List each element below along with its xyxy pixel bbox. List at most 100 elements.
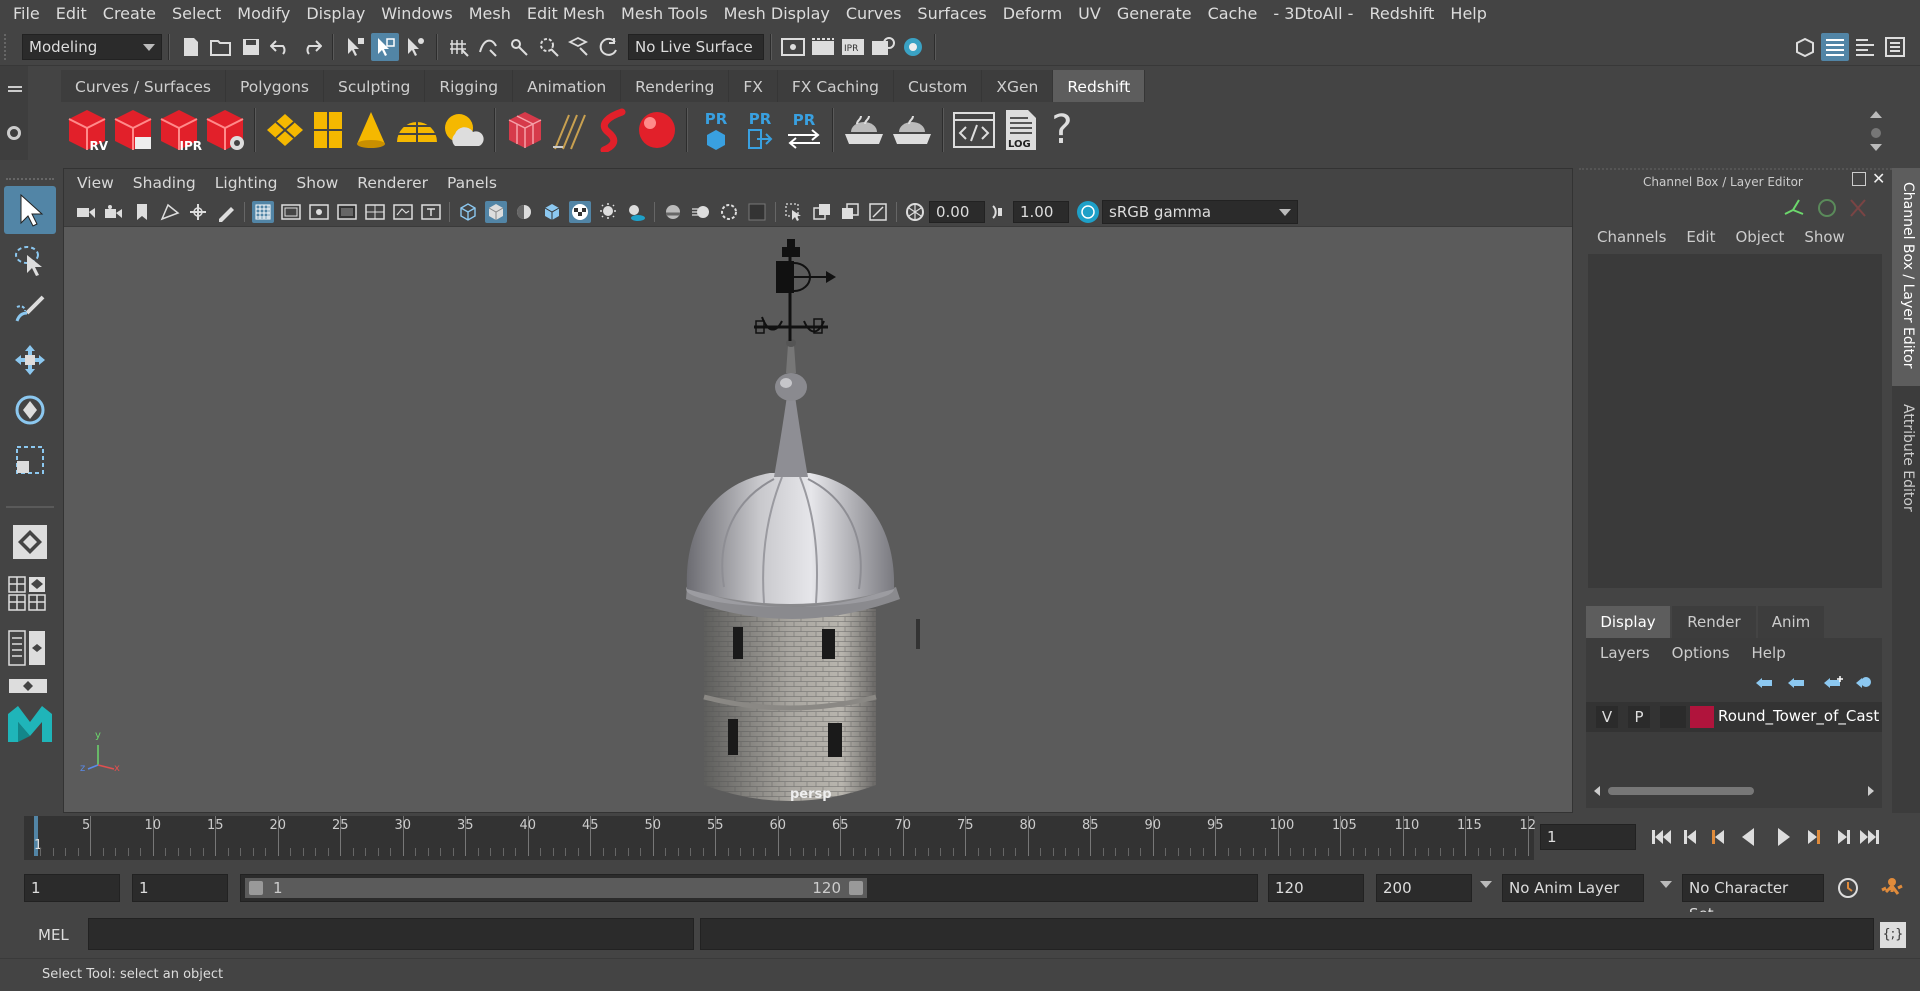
isolate-select-icon[interactable]: [783, 201, 805, 223]
range-start-handle[interactable]: [249, 881, 263, 895]
grid-toggle-icon[interactable]: [252, 200, 274, 223]
shelf-tab-custom[interactable]: Custom: [893, 70, 983, 102]
viewport-menu-panels[interactable]: Panels: [447, 169, 497, 197]
snap-projected-icon[interactable]: [535, 33, 563, 61]
range-end-handle[interactable]: [849, 881, 863, 895]
menu-file[interactable]: File: [13, 0, 40, 28]
layer-menu-layers[interactable]: Layers: [1600, 644, 1650, 662]
layer-row[interactable]: V P Round_Tower_of_Cast: [1586, 702, 1882, 732]
redshift-portal-light-icon[interactable]: [308, 105, 348, 155]
redshift-pr-tool-1-icon[interactable]: PR: [694, 105, 738, 155]
command-input[interactable]: [88, 918, 694, 950]
gamma-field[interactable]: 1.00: [1013, 200, 1069, 223]
live-surface-field[interactable]: No Live Surface: [628, 33, 764, 60]
3d-viewport-canvas[interactable]: y x z persp: [64, 227, 1572, 812]
playback-end-field[interactable]: 120: [1268, 874, 1364, 902]
attribute-editor-toggle-icon[interactable]: [1821, 33, 1849, 61]
bookmarks-icon[interactable]: [131, 201, 153, 223]
move-tool-icon[interactable]: [4, 336, 56, 384]
shelf-menu-icon[interactable]: [8, 86, 22, 88]
use-all-lights-icon[interactable]: [597, 201, 619, 223]
ipr-render-icon[interactable]: IPR: [839, 33, 867, 61]
gate-mask-icon[interactable]: [336, 201, 358, 223]
hypershade-icon[interactable]: [899, 33, 927, 61]
shaded-wireframe-icon[interactable]: [541, 201, 563, 223]
shelf-tab-sculpting[interactable]: Sculpting: [324, 70, 426, 102]
layer-visibility-toggle[interactable]: V: [1596, 706, 1618, 728]
render-frame-icon[interactable]: [809, 33, 837, 61]
redo-icon[interactable]: [297, 33, 325, 61]
menu-modify[interactable]: Modify: [237, 0, 290, 28]
viewport-menu-shading[interactable]: Shading: [133, 169, 196, 197]
redshift-help-icon[interactable]: ?: [1042, 105, 1082, 155]
select-camera-icon[interactable]: [75, 201, 97, 223]
move-layer-up-icon[interactable]: [1756, 678, 1772, 688]
move-layer-down-icon[interactable]: [1788, 678, 1804, 688]
layer-display-type-toggle[interactable]: [1660, 706, 1686, 728]
redshift-ipr-icon[interactable]: IPR: [156, 105, 202, 155]
step-forward-key-icon[interactable]: [1838, 830, 1850, 844]
redshift-proxy-icon[interactable]: [502, 105, 548, 155]
outliner-list-icon[interactable]: [8, 630, 28, 666]
layout-wide-icon[interactable]: [8, 678, 48, 694]
safe-action-icon[interactable]: [392, 201, 414, 223]
menu-display[interactable]: Display: [306, 0, 365, 28]
redshift-bake-icon[interactable]: [840, 105, 888, 155]
range-slider-track[interactable]: 1 120: [240, 874, 1258, 902]
menu-curves[interactable]: Curves: [846, 0, 902, 28]
redshift-hair-icon[interactable]: [548, 105, 594, 155]
render-settings-icon[interactable]: [869, 33, 897, 61]
scale-tool-icon[interactable]: [4, 436, 56, 484]
redshift-script-editor-icon[interactable]: [950, 105, 998, 155]
channel-box-toggle-icon[interactable]: [1881, 33, 1909, 61]
default-material-icon[interactable]: [513, 201, 535, 223]
exposure-field[interactable]: 0.00: [929, 200, 985, 223]
redshift-volume-icon[interactable]: [594, 105, 634, 155]
menu-select[interactable]: Select: [172, 0, 221, 28]
quad-layout-icon[interactable]: [4, 518, 56, 566]
menu-cache[interactable]: Cache: [1208, 0, 1258, 28]
viewport-menu-view[interactable]: View: [77, 169, 114, 197]
redshift-sun-sky-icon[interactable]: [440, 105, 488, 155]
xray-joints-icon[interactable]: [867, 201, 889, 223]
smooth-shade-icon[interactable]: [485, 200, 507, 223]
viewport-menu-show[interactable]: Show: [296, 169, 338, 197]
redshift-pr-tool-3-icon[interactable]: PR: [782, 105, 826, 155]
go-to-end-icon[interactable]: [1860, 830, 1879, 844]
layer-menu-help[interactable]: Help: [1752, 644, 1786, 662]
channel-box-menu-channels[interactable]: Channels: [1597, 228, 1666, 246]
layer-tab-render[interactable]: Render: [1672, 606, 1756, 638]
redshift-render-sequence-icon[interactable]: [110, 105, 156, 155]
textured-icon[interactable]: [569, 200, 591, 223]
redshift-log-icon[interactable]: LOG: [998, 105, 1042, 155]
anim-layer-field[interactable]: No Anim Layer: [1502, 874, 1644, 902]
animation-preferences-icon[interactable]: [1878, 874, 1906, 906]
shelf-tab-fx[interactable]: FX: [729, 70, 778, 102]
2d-pan-zoom-icon[interactable]: [187, 201, 209, 223]
menu-redshift[interactable]: Redshift: [1369, 0, 1434, 28]
shelf-scroll-arrows[interactable]: [1868, 108, 1884, 154]
redshift-ies-light-icon[interactable]: [348, 105, 394, 155]
anti-aliasing-icon[interactable]: [718, 201, 740, 223]
color-management-toggle-icon[interactable]: [1077, 200, 1099, 223]
paint-select-tool-icon[interactable]: [4, 286, 56, 334]
shelf-tab-redshift[interactable]: Redshift: [1053, 70, 1146, 102]
close-panel-icon[interactable]: ✕: [1872, 169, 1885, 188]
new-layer-selected-icon[interactable]: [1856, 677, 1871, 688]
shelf-tab-animation[interactable]: Animation: [513, 70, 622, 102]
redshift-render-view-icon[interactable]: RV: [64, 105, 110, 155]
redshift-dome-light-icon[interactable]: [394, 105, 440, 155]
resolution-gate-icon[interactable]: [308, 201, 330, 223]
play-forwards-icon[interactable]: [1778, 828, 1790, 846]
menu-mesh-tools[interactable]: Mesh Tools: [621, 0, 708, 28]
motion-blur-icon[interactable]: [690, 201, 712, 223]
float-panel-icon[interactable]: [1852, 172, 1866, 186]
snap-view-plane-icon[interactable]: [565, 33, 593, 61]
snap-curve-icon[interactable]: [475, 33, 503, 61]
shelf-tab-fx-caching[interactable]: FX Caching: [777, 70, 894, 102]
menu-generate[interactable]: Generate: [1117, 0, 1192, 28]
script-editor-icon[interactable]: {;}: [1880, 922, 1906, 948]
snap-point-icon[interactable]: [505, 33, 533, 61]
menu-windows[interactable]: Windows: [381, 0, 452, 28]
redshift-area-light-icon[interactable]: [262, 105, 308, 155]
